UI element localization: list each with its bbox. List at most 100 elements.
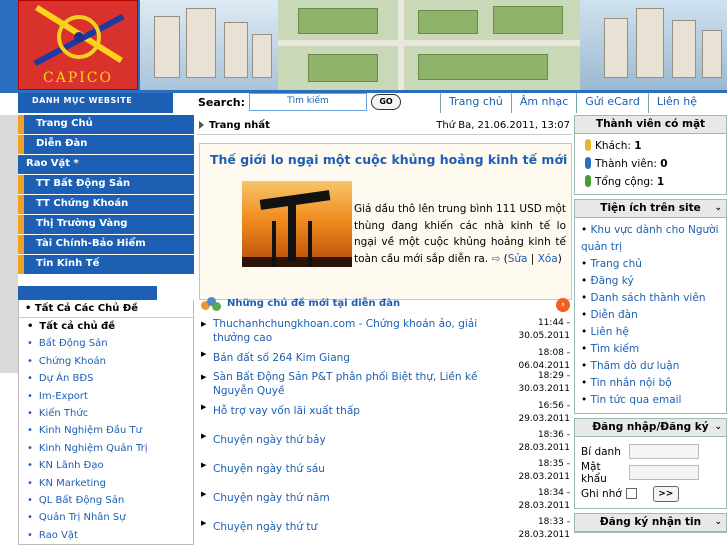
- forum-row: ▶ Hỗ trợ vay vốn lãi xuất thấp 16:56 -29…: [201, 400, 572, 429]
- topic-item[interactable]: Chứng Khoán: [19, 353, 193, 370]
- password-input[interactable]: [629, 465, 699, 480]
- bullet-icon: ▶: [201, 350, 207, 358]
- bullet-icon: ▶: [201, 373, 207, 381]
- oil-pump-image[interactable]: [242, 181, 352, 267]
- topic-item[interactable]: Quản Trị Nhân Sự: [19, 509, 193, 526]
- forum-row-time: 18:33 -28.03.2011: [518, 517, 570, 540]
- nick-input[interactable]: [629, 444, 699, 459]
- forum-row-time: 11:44 -30.05.2011: [518, 318, 570, 341]
- top-link-home[interactable]: Trang chủ: [440, 93, 511, 113]
- topic-item[interactable]: Kinh Nghiệm Quản Trị: [19, 440, 193, 457]
- edit-icon[interactable]: ⇨: [491, 253, 500, 265]
- login-submit-button[interactable]: >>: [652, 485, 679, 502]
- collapse-icon[interactable]: ⌄: [714, 514, 722, 531]
- forum-row-title[interactable]: Chuyện ngày thứ năm: [213, 491, 478, 505]
- next-arrow-icon[interactable]: ›: [556, 298, 570, 312]
- topic-item[interactable]: Bất Động Sản: [19, 335, 193, 352]
- forum-row-time: 16:56 -29.03.2011: [518, 401, 570, 424]
- topic-item[interactable]: Tất cả chủ đề: [19, 318, 193, 335]
- forum-title: Những chủ đề mới tại diễn đàn: [227, 298, 401, 309]
- member-icon: [585, 157, 591, 169]
- forum-row: ▶ Bán đất số 264 Kim Giang 18:08 -06.04.…: [201, 347, 572, 371]
- utilities-box: Tiện ích trên site⌄ Khu vực dành cho Ngư…: [574, 199, 727, 414]
- topic-item[interactable]: KN Marketing: [19, 475, 193, 492]
- forum-row-title[interactable]: Thuchanhchungkhoan.com - Chứng khoán ảo,…: [213, 317, 478, 345]
- topic-item[interactable]: Kiến Thức: [19, 405, 193, 422]
- menu-item-home[interactable]: Trang Chủ: [18, 115, 194, 134]
- forum-row-title[interactable]: Hỗ trợ vay vốn lãi xuất thấp: [213, 404, 478, 418]
- total-count: Tổng cộng: 1: [585, 173, 716, 191]
- masterplan-photo: [278, 0, 580, 90]
- utility-link[interactable]: Danh sách thành viên: [581, 290, 720, 307]
- utility-link[interactable]: Thăm dò dư luận: [581, 358, 720, 375]
- forum-row: ▶ Chuyện ngày thứ năm 18:34 -28.03.2011: [201, 487, 572, 516]
- forum-row: ▶ Chuyện ngày thứ sáu 18:35 -28.03.2011: [201, 458, 572, 487]
- nick-label: Bí danh: [581, 445, 621, 458]
- utility-link[interactable]: Tìm kiếm: [581, 341, 720, 358]
- news-headline[interactable]: Thế giới lo ngại một cuộc khủng hoảng ki…: [210, 152, 567, 167]
- topic-item[interactable]: Rao Vặt: [19, 527, 193, 544]
- forum-row: ▶ Sàn Bất Động Sản P&T phân phối Biệt th…: [201, 370, 572, 400]
- guest-icon: [585, 139, 591, 151]
- collapse-icon[interactable]: ⌄: [714, 200, 722, 217]
- delete-link[interactable]: Xóa: [538, 253, 558, 265]
- login-box: Đăng nhập/Đăng ký ⌄ Bí danh Mật khẩu Ghi …: [574, 418, 727, 509]
- remember-checkbox[interactable]: [625, 488, 637, 499]
- menu-item-economy[interactable]: Tin Kinh Tế: [18, 255, 194, 274]
- edit-link[interactable]: Sửa: [508, 253, 528, 265]
- right-sidebar: Thành viên có mặt Khách: 1 Thành viên: 0…: [574, 115, 727, 537]
- utility-link[interactable]: Tin tức qua email: [581, 392, 720, 409]
- top-link-ecard[interactable]: Gửi eCard: [576, 93, 648, 113]
- utility-link[interactable]: Khu vực dành cho Người quản trị: [581, 222, 720, 256]
- topic-item[interactable]: QL Bất Động Sản: [19, 492, 193, 509]
- top-link-contact[interactable]: Liên hệ: [647, 93, 705, 113]
- topic-item[interactable]: Dự Án BĐS: [19, 370, 193, 387]
- bullet-icon: ▶: [201, 490, 207, 498]
- forum-row-title[interactable]: Chuyện ngày thứ tư: [213, 520, 478, 534]
- topic-item[interactable]: Kinh Nghiệm Đầu Tư: [19, 422, 193, 439]
- go-button[interactable]: GO: [371, 94, 401, 110]
- bullet-icon: ▶: [201, 461, 207, 469]
- login-title: Đăng nhập/Đăng ký ⌄: [575, 419, 726, 437]
- topics-panel: • Tất Cả Các Chủ Đề Tất cả chủ đề Bất Độ…: [18, 286, 194, 545]
- utility-link[interactable]: Diễn đàn: [581, 307, 720, 324]
- collapse-icon[interactable]: ⌄: [714, 419, 722, 436]
- topic-item[interactable]: Im-Export: [19, 388, 193, 405]
- top-navbar: DANH MỤC WEBSITE Search: Tìm kiếm GO Tra…: [0, 93, 727, 115]
- topic-item[interactable]: KN Lãnh Đạo: [19, 457, 193, 474]
- current-date: Thứ Ba, 21.06.2011, 13:07: [436, 120, 570, 131]
- utility-link[interactable]: Tin nhắn nội bộ: [581, 375, 720, 392]
- featured-news: Thế giới lo ngại một cuộc khủng hoảng ki…: [199, 143, 572, 300]
- menu-item-gold[interactable]: Thị Trường Vàng: [18, 215, 194, 234]
- forum-row-title[interactable]: Bán đất số 264 Kim Giang: [213, 351, 478, 365]
- menu-item-stocks[interactable]: TT Chứng Khoán: [18, 195, 194, 214]
- guests-count: Khách: 1: [585, 137, 716, 155]
- section-title[interactable]: Trang nhất: [209, 120, 270, 131]
- search-input[interactable]: Tìm kiếm: [249, 93, 367, 111]
- forum-row-time: 18:29 -30.03.2011: [518, 371, 570, 394]
- forum-row-title[interactable]: Chuyện ngày thứ sáu: [213, 462, 478, 476]
- utilities-title: Tiện ích trên site ⌄: [575, 200, 726, 218]
- capico-logo[interactable]: CAPICO: [18, 0, 138, 90]
- password-label: Mật khẩu: [581, 460, 607, 485]
- menu-item-finance[interactable]: Tài Chính-Bảo Hiểm: [18, 235, 194, 254]
- menu-item-forum[interactable]: Diễn Đàn: [18, 135, 194, 154]
- utility-link[interactable]: Liên hệ: [581, 324, 720, 341]
- menu-item-real-estate[interactable]: TT Bất Động Sản: [18, 175, 194, 194]
- online-members-title: Thành viên có mặt: [575, 116, 726, 134]
- utility-link[interactable]: Trang chủ: [581, 256, 720, 273]
- forum-row-time: 18:34 -28.03.2011: [518, 488, 570, 511]
- left-menu: Trang Chủ Diễn Đàn Rao Vặt * TT Bất Động…: [18, 115, 194, 275]
- newsletter-title: Đăng ký nhận tin ⌄: [575, 514, 726, 532]
- forum-panel: Những chủ đề mới tại diễn đàn › ▶ Thucha…: [197, 295, 572, 545]
- directory-label: DANH MỤC WEBSITE: [18, 93, 173, 113]
- forum-row-title[interactable]: Chuyện ngày thứ bảy: [213, 433, 478, 447]
- topics-header-bar: [18, 286, 157, 300]
- bullet-icon: ▶: [201, 320, 207, 328]
- menu-item-classifieds[interactable]: Rao Vặt *: [18, 155, 194, 174]
- date-bar: Trang nhất Thứ Ba, 21.06.2011, 13:07: [197, 117, 572, 135]
- users-icon: [201, 295, 221, 313]
- top-link-music[interactable]: Âm nhạc: [510, 93, 576, 113]
- forum-row-title[interactable]: Sàn Bất Động Sản P&T phân phối Biệt thự,…: [213, 370, 478, 398]
- utility-link[interactable]: Đăng ký: [581, 273, 720, 290]
